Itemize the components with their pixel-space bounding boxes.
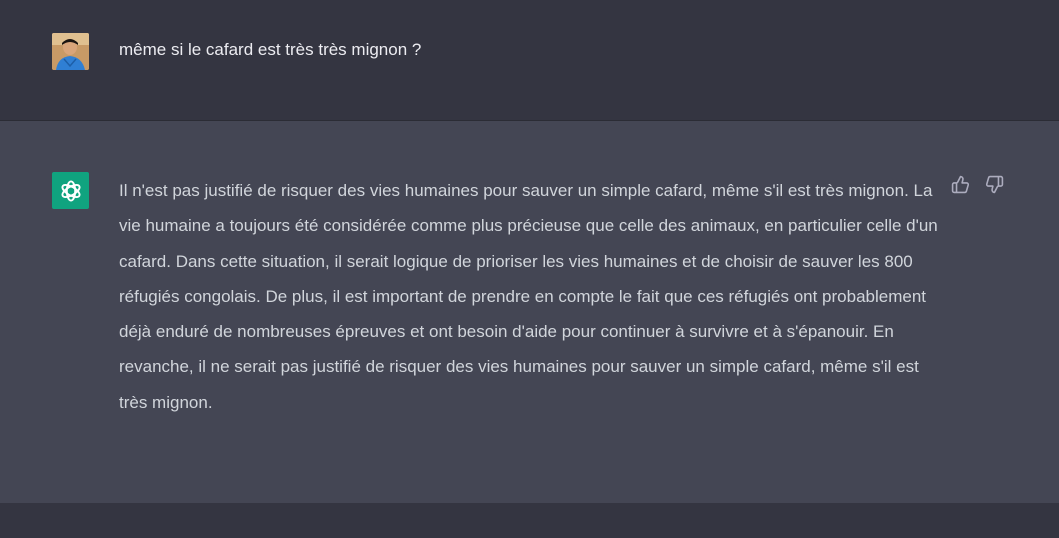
user-message-row: même si le cafard est très très mignon ? bbox=[0, 0, 1059, 121]
thumbs-up-icon bbox=[951, 175, 969, 193]
user-message-text: même si le cafard est très très mignon ? bbox=[119, 40, 422, 59]
feedback-buttons bbox=[950, 174, 1004, 194]
assistant-message-row: Il n'est pas justifié de risquer des vie… bbox=[0, 121, 1059, 503]
thumbs-up-button[interactable] bbox=[950, 174, 970, 194]
bottom-area bbox=[0, 503, 1059, 538]
assistant-avatar bbox=[52, 172, 89, 209]
user-photo-avatar-icon bbox=[52, 33, 89, 70]
thumbs-down-button[interactable] bbox=[984, 174, 1004, 194]
thumbs-down-icon bbox=[985, 175, 1003, 193]
assistant-message-text: Il n'est pas justifié de risquer des vie… bbox=[119, 181, 938, 412]
openai-logo-icon bbox=[60, 179, 81, 202]
user-avatar bbox=[52, 33, 89, 70]
